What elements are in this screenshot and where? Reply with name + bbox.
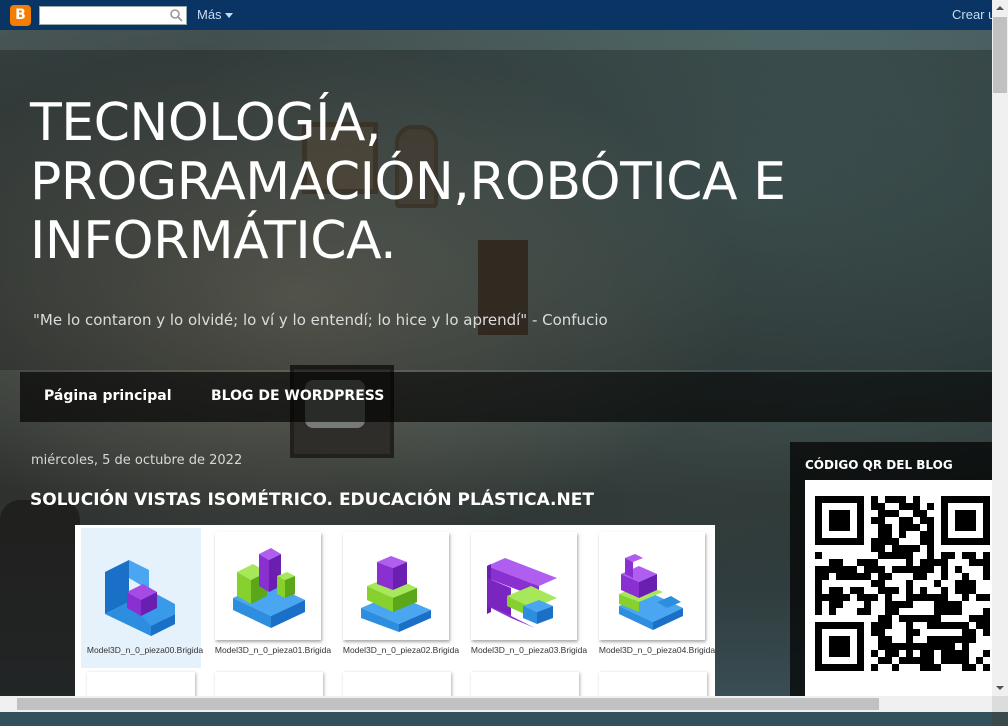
chevron-down-icon — [224, 13, 233, 19]
qr-widget-title: CÓDIGO QR DEL BLOG — [805, 458, 953, 472]
thumbnail-label: Model3D_n_0_pieza04.Brigida — [598, 645, 715, 655]
more-menu-label: Más — [197, 7, 222, 22]
tab-home[interactable]: Página principal — [44, 388, 172, 404]
vertical-scrollbar-thumb[interactable] — [993, 17, 1007, 93]
thumbnail-item[interactable] — [215, 672, 323, 696]
thumbnail-item[interactable] — [599, 672, 707, 696]
page-tabs: Página principal BLOG DE WORDPRESS — [20, 372, 992, 422]
blog-description: "Me lo contaron y lo olvidé; lo ví y lo … — [33, 311, 608, 329]
thumbnail-item[interactable]: Model3D_n_0_pieza01.Brigida — [209, 528, 331, 668]
navbar-search-input[interactable] — [39, 6, 187, 25]
isometric-piece-00-icon — [105, 560, 175, 636]
thumbnail-preview — [215, 532, 321, 640]
scroll-down-arrow-icon[interactable] — [992, 680, 1008, 696]
thumbnail-item[interactable]: Model3D_n_0_pieza04.Brigida — [593, 528, 715, 668]
blogger-logo-icon[interactable]: B — [10, 5, 31, 26]
post-image[interactable]: Model3D_n_0_pieza00.Brigida Model3D_n_0_… — [75, 525, 715, 696]
thumbnail-label: Model3D_n_0_pieza02.Brigida — [342, 645, 460, 655]
post-date: miércoles, 5 de octubre de 2022 — [31, 453, 243, 468]
thumbnail-preview — [87, 532, 193, 640]
qr-code-image[interactable] — [805, 480, 992, 696]
create-blog-link[interactable]: Crear u — [952, 7, 992, 22]
vertical-scrollbar[interactable] — [992, 0, 1008, 696]
sidebar-widget-qr: CÓDIGO QR DEL BLOG — [790, 442, 992, 696]
thumbnail-preview — [471, 532, 577, 640]
tab-wordpress-blog[interactable]: BLOG DE WORDPRESS — [211, 388, 384, 404]
isometric-piece-01-icon — [233, 548, 305, 628]
thumbnail-label: Model3D_n_0_pieza01.Brigida — [214, 645, 332, 655]
blog-title[interactable]: TECNOLOGÍA, PROGRAMACIÓN,ROBÓTICA E INFO… — [30, 94, 830, 271]
thumbnail-label: Model3D_n_0_pieza03.Brigida — [470, 645, 588, 655]
blogger-navbar: B Más Crear u — [0, 0, 1008, 30]
horizontal-scrollbar[interactable] — [0, 696, 992, 712]
thumbnail-item[interactable]: Model3D_n_0_pieza02.Brigida — [337, 528, 459, 668]
isometric-piece-03-icon — [487, 558, 557, 628]
more-menu-button[interactable]: Más — [197, 7, 233, 22]
thumbnail-item[interactable]: Model3D_n_0_pieza00.Brigida — [81, 528, 203, 668]
scrollbar-corner — [992, 696, 1008, 712]
qr-code-icon — [815, 496, 990, 671]
thumbnail-item[interactable] — [471, 672, 579, 696]
armchair — [0, 500, 80, 700]
thumbnail-preview — [599, 532, 705, 640]
thumbnail-item[interactable] — [87, 672, 195, 696]
isometric-piece-04-icon — [619, 554, 683, 630]
isometric-piece-02-icon — [361, 556, 431, 632]
post-title[interactable]: SOLUCIÓN VISTAS ISOMÉTRICO. EDUCACIÓN PL… — [30, 490, 594, 510]
thumbnail-item[interactable] — [343, 672, 451, 696]
thumbnail-item[interactable]: Model3D_n_0_pieza03.Brigida — [465, 528, 587, 668]
scroll-up-arrow-icon[interactable] — [992, 0, 1008, 16]
search-icon[interactable] — [169, 8, 183, 22]
thumbnail-preview — [343, 532, 449, 640]
horizontal-scrollbar-thumb[interactable] — [17, 698, 879, 710]
thumbnail-label: Model3D_n_0_pieza00.Brigida — [86, 645, 204, 655]
